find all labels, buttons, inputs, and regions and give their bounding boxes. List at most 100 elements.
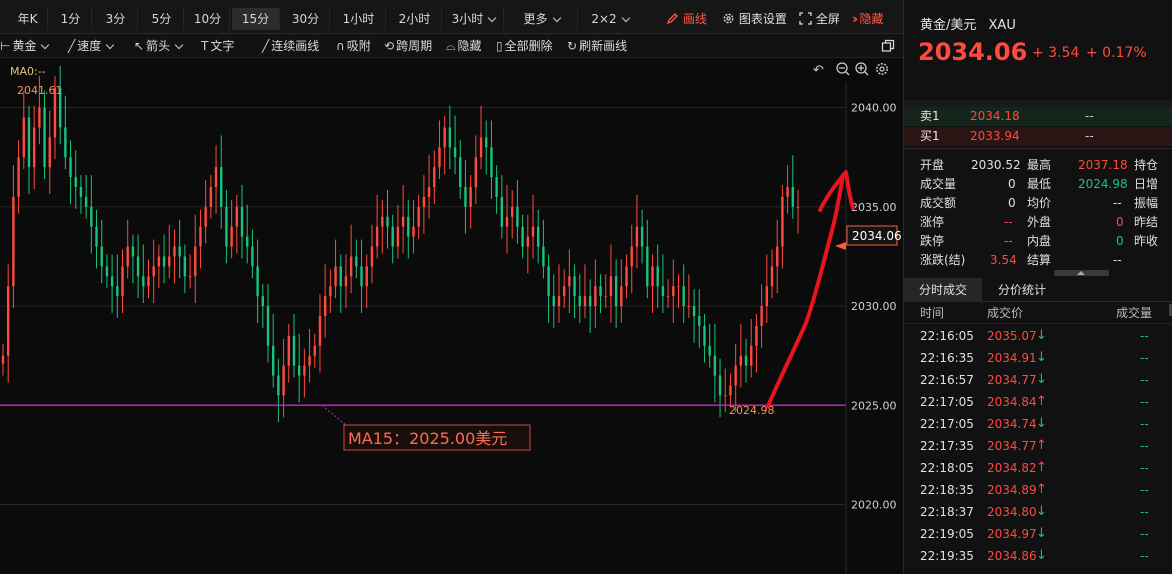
draw-line-button[interactable]: 画线 (666, 8, 707, 30)
price-tick: 2040.00 (851, 102, 897, 115)
line-style-label: 黄金 (12, 39, 37, 53)
prev-settle-label: 昨结 (1134, 215, 1159, 229)
candle-body (666, 296, 670, 298)
refresh-drawings-tool[interactable]: ↻ 刷新画线 (567, 37, 627, 55)
chart-background (0, 58, 903, 574)
chart-settings-button[interactable]: 图表设置 (722, 8, 787, 30)
candle-body (235, 206, 239, 227)
speed-dropdown[interactable]: ╱ 速度 (68, 37, 115, 55)
magnet-snap-tool[interactable]: ∩ 吸附 (336, 37, 371, 55)
trade-time: 22:19:05 (920, 527, 974, 541)
trade-row: 22:19:35 2034.86 ↓ -- (904, 545, 1172, 567)
text-tool[interactable]: T 文字 (201, 37, 234, 55)
undo-icon[interactable]: ↶ (813, 63, 824, 78)
candle-body (79, 187, 83, 197)
fullscreen-icon (799, 12, 812, 25)
candle-body (433, 167, 436, 187)
limit-down-label: 跌停 (920, 234, 945, 248)
line-style-dropdown[interactable]: ⊢ 黄金 (0, 37, 50, 55)
candle-body (329, 286, 332, 297)
candle-body (22, 117, 25, 158)
trade-row: 22:18:37 2034.80 ↓ -- (904, 501, 1172, 523)
candle-body (552, 296, 555, 307)
candle-body (635, 226, 639, 247)
trade-price: 2034.84 (987, 395, 1037, 409)
candle-body (630, 246, 633, 267)
candle-body (48, 137, 51, 168)
candle-body (209, 187, 213, 207)
candle-body (396, 226, 400, 247)
timeframe-2h[interactable]: 2小时 (388, 8, 442, 30)
settle-label: 结算 (1027, 253, 1052, 267)
trade-row: 22:17:05 2034.84 ↑ -- (904, 391, 1172, 413)
daily-inc-label: 日增 (1134, 177, 1159, 191)
hide-drawings-tool[interactable]: ⌓ 隐藏 (446, 37, 482, 55)
volume-label: 成交量 (920, 177, 957, 191)
timeframe-3h-dropdown[interactable]: 3小时 (444, 8, 504, 30)
candle-body (188, 276, 192, 278)
trade-time: 22:19:35 (920, 549, 974, 563)
candle-body (557, 296, 561, 307)
trade-volume: -- (1140, 527, 1149, 541)
prev-close-label: 昨收 (1134, 234, 1159, 248)
candle-body (365, 266, 368, 287)
timeframe-5m[interactable]: 5分 (140, 8, 184, 30)
inner-label: 内盘 (1027, 234, 1052, 248)
amount-value: 0 (1008, 196, 1016, 210)
timeframe-10m[interactable]: 10分 (186, 8, 230, 30)
timeframe-15m[interactable]: 15分 (232, 8, 280, 30)
candle-body (162, 256, 166, 267)
timeframe-1h[interactable]: 1小时 (332, 8, 386, 30)
candle-body (116, 286, 119, 297)
continuous-draw-tool[interactable]: ╱ 连续画线 (262, 37, 319, 55)
timeframe-1m[interactable]: 1分 (50, 8, 92, 30)
eye-hidden-icon: ⌓ (446, 39, 456, 53)
candle-body (90, 206, 93, 227)
trash-icon: ▯ (496, 39, 503, 53)
candle-body (256, 266, 259, 297)
delete-all-label: 全部删除 (504, 39, 553, 53)
collapse-handle[interactable] (1054, 270, 1109, 276)
high-value: 2037.18 (1078, 158, 1128, 172)
candle-body (459, 157, 462, 187)
candlestick-chart[interactable]: MA15：2025.00美元 MA0:-- 2041.61 2024.98 20… (0, 58, 903, 574)
fullscreen-button[interactable]: 全屏 (799, 8, 840, 30)
layout-label: 2×2 (591, 12, 617, 26)
trade-row: 22:17:05 2034.74 ↓ -- (904, 413, 1172, 435)
price-chart[interactable]: MA15：2025.00美元 MA0:-- 2041.61 2024.98 20… (0, 58, 903, 574)
cycle-icon: ⟲ (384, 39, 395, 53)
candle-body (724, 395, 727, 397)
delete-all-tool[interactable]: ▯ 全部删除 (496, 37, 553, 55)
gear-icon (723, 13, 734, 24)
window-restore-button[interactable] (881, 37, 895, 55)
candle-body (220, 167, 223, 207)
caret-up-icon (1077, 271, 1085, 275)
timeframe-3m[interactable]: 3分 (94, 8, 138, 30)
candle-body (750, 345, 753, 366)
open-label: 开盘 (920, 158, 945, 172)
candle-body (64, 127, 67, 158)
arrow-dropdown[interactable]: ↖ 箭头 (134, 37, 184, 55)
open-value: 2030.52 (971, 158, 1021, 172)
trade-volume: -- (1140, 483, 1149, 497)
tab-time-sales[interactable]: 分时成交 (904, 278, 982, 302)
symbol-name: 黄金/美元 (920, 18, 977, 33)
tab-price-stats[interactable]: 分价统计 (982, 278, 1062, 302)
candle-body (381, 216, 384, 227)
last-price: 2034.06 (918, 38, 1028, 66)
trade-price: 2034.80 (987, 505, 1037, 519)
double-chevron-right-icon: ›› (852, 12, 858, 26)
speed-line-icon: ╱ (68, 39, 76, 53)
draw-line-label: 画线 (682, 12, 707, 26)
cross-period-tool[interactable]: ⟲ 跨周期 (384, 37, 432, 55)
chevron-down-icon (174, 40, 184, 50)
layout-dropdown[interactable]: 2×2 (580, 8, 640, 30)
more-dropdown[interactable]: 更多 (506, 8, 578, 30)
hide-drawings-label: 隐藏 (457, 39, 482, 53)
timeframe-year[interactable]: 年K (8, 8, 48, 30)
candle-body (355, 256, 358, 267)
candle-body (199, 226, 202, 247)
candle-body (521, 226, 524, 247)
hide-panel-button[interactable]: ›› 隐藏 (852, 8, 883, 30)
timeframe-30m[interactable]: 30分 (282, 8, 330, 30)
